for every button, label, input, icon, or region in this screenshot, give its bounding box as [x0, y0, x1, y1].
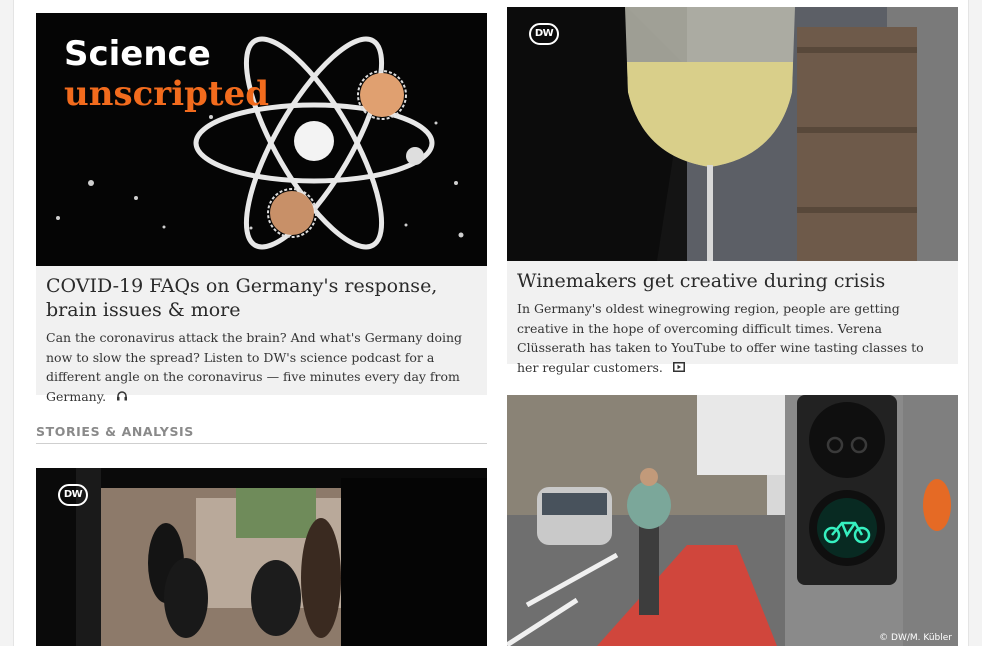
- wine-teaser: In Germany's oldest winegrowing region, …: [517, 301, 924, 375]
- teaser-card-science[interactable]: Science unscripted COVID-19 FAQs on Germ…: [36, 13, 487, 404]
- science-teaser-text: Can the coronavirus attack the brain? An…: [46, 328, 477, 407]
- science-unscripted-image[interactable]: Science unscripted: [36, 13, 487, 266]
- teaser-card-bike[interactable]: © DW/M. Kübler: [507, 395, 958, 646]
- wine-textbox: Winemakers get creative during crisis In…: [507, 261, 958, 375]
- wine-headline[interactable]: Winemakers get creative during crisis: [517, 269, 948, 293]
- image-title-unscripted: unscripted: [64, 74, 269, 114]
- wine-teaser-text: In Germany's oldest winegrowing region, …: [517, 299, 948, 378]
- science-teaser: Can the coronavirus attack the brain? An…: [46, 330, 463, 404]
- science-headline[interactable]: COVID-19 FAQs on Germany's response, bra…: [46, 274, 477, 322]
- teaser-card-story[interactable]: DW: [36, 468, 487, 646]
- headphones-icon: [116, 387, 128, 407]
- science-textbox: COVID-19 FAQs on Germany's response, bra…: [36, 266, 487, 404]
- image-title-science: Science: [64, 34, 211, 74]
- story-image[interactable]: DW: [36, 468, 487, 646]
- teaser-card-wine[interactable]: DW Winemakers get creative during crisis…: [507, 7, 958, 375]
- page-margin-left: [0, 0, 14, 646]
- wine-glass-image[interactable]: DW: [507, 7, 958, 261]
- photo-copyright: © DW/M. Kübler: [879, 633, 952, 643]
- page-margin-right: [968, 0, 982, 646]
- dw-logo-story: DW: [58, 484, 88, 506]
- stories-analysis-heading: STORIES & ANALYSIS: [36, 424, 487, 444]
- dw-logo-wine: DW: [529, 23, 559, 45]
- bike-lane-image[interactable]: © DW/M. Kübler: [507, 395, 958, 646]
- video-icon: [672, 358, 685, 378]
